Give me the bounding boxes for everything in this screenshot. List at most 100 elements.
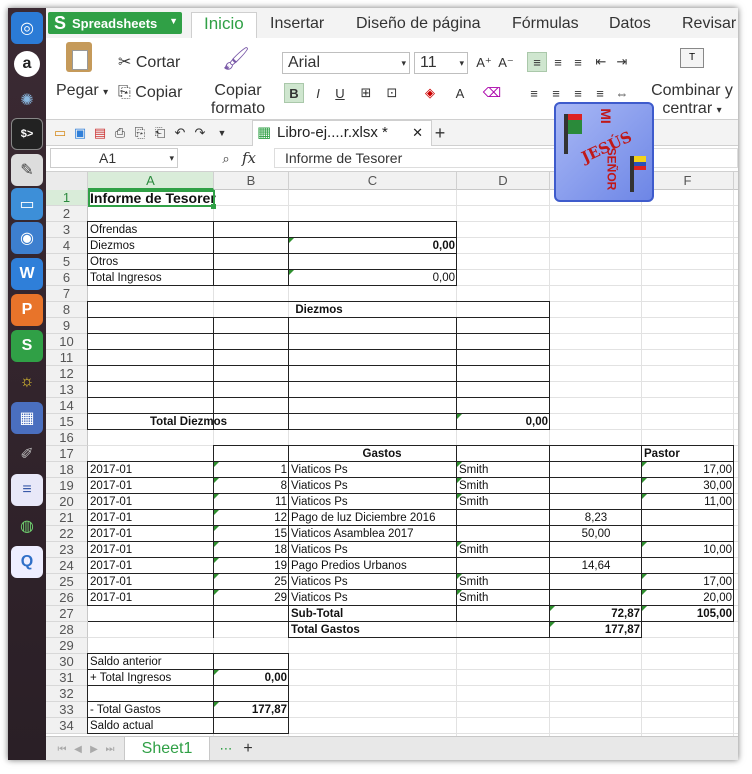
app-menu-button[interactable]: S Spreadsheets ▼ xyxy=(48,12,182,34)
value-total-gastos[interactable]: 177,87 xyxy=(550,622,642,638)
label-subtotal[interactable]: Sub-Total xyxy=(289,606,457,622)
value-total-diezmos[interactable]: 0,00 xyxy=(457,414,550,430)
row-header[interactable]: 30 xyxy=(46,654,88,670)
amazon-icon[interactable]: a xyxy=(11,48,43,80)
gasto-date[interactable]: 2017-01 xyxy=(88,590,214,606)
gasto-amount[interactable]: 14,64 xyxy=(550,558,642,574)
q-app-icon[interactable]: Q xyxy=(11,546,43,578)
gasto-person[interactable] xyxy=(457,526,550,542)
select-all-corner[interactable] xyxy=(46,172,88,190)
tab-diseno-pagina[interactable]: Diseño de página xyxy=(356,14,481,38)
tab-revisar[interactable]: Revisar xyxy=(682,14,736,38)
align-top-icon[interactable]: ≡ xyxy=(527,52,547,72)
label-total-gastos[interactable]: Total Gastos xyxy=(289,622,457,638)
brightness-icon[interactable]: ☼ xyxy=(11,366,43,398)
italic-button[interactable]: I xyxy=(308,83,328,103)
gasto-day[interactable]: 1 xyxy=(214,462,289,478)
row-header[interactable]: 4 xyxy=(46,238,88,254)
cell-borders-icon[interactable]: ⊡ xyxy=(382,83,402,103)
grow-font-icon[interactable]: A⁺ xyxy=(474,53,494,73)
formula-input[interactable]: Informe de Tesorer xyxy=(274,148,738,168)
row-header[interactable]: 1 xyxy=(46,190,88,206)
align-left-icon[interactable]: ≡ xyxy=(524,83,544,103)
gasto-amount[interactable] xyxy=(550,462,642,478)
row-header[interactable]: 16 xyxy=(46,430,88,446)
paste-button[interactable]: Pegar ▾ xyxy=(56,82,108,100)
row-header[interactable]: 8 xyxy=(46,302,88,318)
header-gastos[interactable]: Gastos xyxy=(214,446,550,462)
presentation-icon[interactable]: P xyxy=(11,294,43,326)
label-ofrendas[interactable]: Ofrendas xyxy=(88,222,214,238)
column-header-f[interactable]: F xyxy=(642,172,734,190)
label-menos-total-gastos[interactable]: - Total Gastos xyxy=(88,702,214,718)
row-header[interactable]: 22 xyxy=(46,526,88,542)
copy-small-icon[interactable]: ⎗ xyxy=(150,123,170,143)
cut-button[interactable]: ✂ Cortar xyxy=(118,52,180,72)
merge-icon[interactable]: T xyxy=(680,48,704,68)
spreadsheets-icon[interactable]: S xyxy=(11,330,43,362)
gasto-pastor-amount[interactable]: 20,00 xyxy=(642,590,734,606)
gasto-description[interactable]: Viaticos Asamblea 2017 xyxy=(289,526,457,542)
gasto-person[interactable] xyxy=(457,558,550,574)
value-subtotal-pastor[interactable]: 105,00 xyxy=(642,606,734,622)
copy-button[interactable]: ⎘ Copiar xyxy=(118,84,182,102)
font-color-icon[interactable]: A xyxy=(450,83,470,103)
gasto-description[interactable]: Viaticos Ps xyxy=(289,494,457,510)
tab-insertar[interactable]: Insertar xyxy=(270,14,324,38)
value-subtotal-gastos[interactable]: 72,87 xyxy=(550,606,642,622)
open-icon[interactable]: ▭ xyxy=(50,123,70,143)
gasto-description[interactable]: Pago de luz Diciembre 2016 xyxy=(289,510,457,526)
save-icon[interactable]: ▣ xyxy=(70,123,90,143)
clear-format-icon[interactable]: ⌫ xyxy=(482,83,502,103)
dash-icon[interactable]: ◎ xyxy=(11,12,43,44)
gasto-pastor-amount[interactable]: 17,00 xyxy=(642,574,734,590)
fill-handle[interactable] xyxy=(211,204,216,209)
function-icon[interactable]: fx xyxy=(242,149,256,167)
row-header[interactable]: 33 xyxy=(46,702,88,718)
globe-icon[interactable]: ◍ xyxy=(11,510,43,542)
row-header[interactable]: 7 xyxy=(46,286,88,302)
folder-icon[interactable]: ▭ xyxy=(11,188,43,220)
label-diezmos[interactable]: Diezmos xyxy=(88,238,214,254)
column-header-c[interactable]: C xyxy=(289,172,457,190)
fill-color-icon[interactable]: ◈ xyxy=(420,83,440,103)
label-saldo-actual[interactable]: Saldo actual xyxy=(88,718,214,734)
gasto-description[interactable]: Viaticos Ps xyxy=(289,590,457,606)
last-sheet-icon[interactable]: ⏭ xyxy=(100,739,120,759)
gasto-day[interactable]: 12 xyxy=(214,510,289,526)
row-header[interactable]: 5 xyxy=(46,254,88,270)
tab-inicio[interactable]: Inicio xyxy=(191,12,257,38)
gimp-icon[interactable]: ✐ xyxy=(11,438,43,470)
font-size-select[interactable]: 11 ▾ xyxy=(414,52,468,74)
spreadsheet-grid[interactable]: A B C D E F 1234567891011121314151617181… xyxy=(46,172,738,736)
borders-icon[interactable]: ⊞ xyxy=(356,83,376,103)
gasto-amount[interactable] xyxy=(550,542,642,558)
gasto-day[interactable]: 15 xyxy=(214,526,289,542)
print-icon[interactable]: ⎙ xyxy=(110,123,130,143)
value-mas-total-ingresos[interactable]: 0,00 xyxy=(214,670,289,686)
copy-format-button[interactable]: Copiar formato xyxy=(198,82,278,118)
bold-button[interactable]: B xyxy=(284,83,304,103)
gasto-person[interactable]: Smith xyxy=(457,590,550,606)
gasto-description[interactable]: Viaticos Ps xyxy=(289,542,457,558)
gasto-day[interactable]: 19 xyxy=(214,558,289,574)
gasto-day[interactable]: 11 xyxy=(214,494,289,510)
align-center-icon[interactable]: ≡ xyxy=(546,83,566,103)
close-icon[interactable]: ✕ xyxy=(412,121,423,145)
row-header[interactable]: 2 xyxy=(46,206,88,222)
row-header[interactable]: 10 xyxy=(46,334,88,350)
column-header-d[interactable]: D xyxy=(457,172,550,190)
gasto-date[interactable]: 2017-01 xyxy=(88,542,214,558)
row-header[interactable]: 3 xyxy=(46,222,88,238)
row-header[interactable]: 32 xyxy=(46,686,88,702)
zoom-icon[interactable]: ⌕ xyxy=(216,149,236,169)
jesus-mi-senor-logo[interactable]: MI JESÚS SEÑOR xyxy=(554,102,654,202)
column-header-b[interactable]: B xyxy=(214,172,289,190)
row-header[interactable]: 6 xyxy=(46,270,88,286)
gasto-date[interactable]: 2017-01 xyxy=(88,510,214,526)
row-header[interactable]: 12 xyxy=(46,366,88,382)
shrink-font-icon[interactable]: A⁻ xyxy=(496,53,516,73)
row-header[interactable]: 15 xyxy=(46,414,88,430)
label-total-diezmos[interactable]: Total Diezmos xyxy=(88,414,289,430)
row-header[interactable]: 24 xyxy=(46,558,88,574)
